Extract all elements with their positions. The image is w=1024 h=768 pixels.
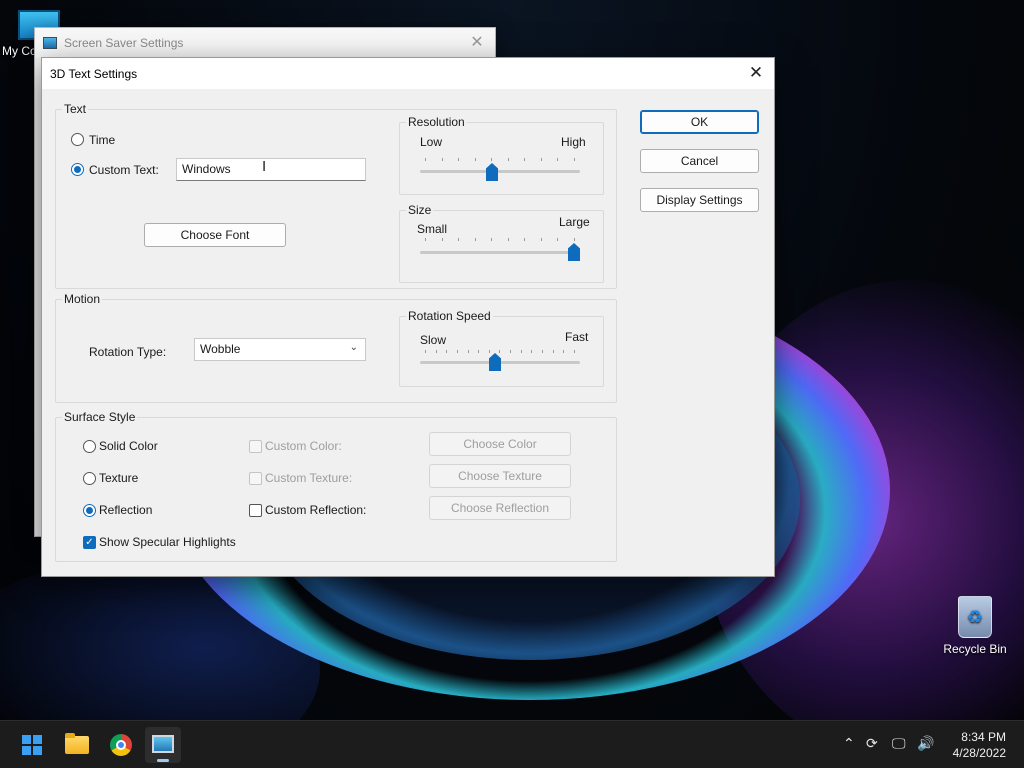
rotation-speed-slider-thumb[interactable] xyxy=(489,353,501,371)
clock-time: 8:34 PM xyxy=(961,730,1006,744)
size-group: Size Small Large xyxy=(399,203,604,283)
close-icon[interactable]: ✕ xyxy=(467,33,487,53)
choose-font-button[interactable]: Choose Font xyxy=(144,223,286,247)
resolution-slider-thumb[interactable] xyxy=(486,163,498,181)
taskbar: ⌃ ⟳ 🖵 🔊 8:34 PM 4/28/2022 xyxy=(0,720,1024,768)
resolution-slider-track[interactable] xyxy=(420,170,580,173)
texture-label: Texture xyxy=(99,471,139,485)
group-label: Motion xyxy=(62,292,103,306)
slider-min-label: Slow xyxy=(420,333,447,347)
choose-reflection-button[interactable]: Choose Reflection xyxy=(429,496,571,520)
display-settings-button[interactable]: Display Settings xyxy=(640,188,759,212)
taskbar-chrome[interactable] xyxy=(103,727,139,763)
update-icon[interactable]: ⟳ xyxy=(866,735,878,752)
group-label: Surface Style xyxy=(62,410,138,424)
show-specular-label: Show Specular Highlights xyxy=(99,535,236,549)
choose-color-button[interactable]: Choose Color xyxy=(429,432,571,456)
windows-logo-icon xyxy=(22,735,42,755)
folder-icon xyxy=(65,733,89,754)
ok-button[interactable]: OK xyxy=(640,110,759,134)
solid-color-radio[interactable] xyxy=(83,440,96,453)
time-radio[interactable] xyxy=(71,133,84,146)
window-titlebar[interactable]: Screen Saver Settings xyxy=(35,28,495,58)
custom-texture-label: Custom Texture: xyxy=(265,471,353,485)
clock-date: 4/28/2022 xyxy=(952,746,1006,760)
window-title: Screen Saver Settings xyxy=(64,36,184,50)
chevron-down-icon: ⌄ xyxy=(349,342,358,353)
size-slider-track[interactable] xyxy=(420,251,580,254)
rotation-type-label: Rotation Type: xyxy=(89,345,167,359)
recycle-bin-icon xyxy=(958,596,992,638)
close-icon[interactable]: ✕ xyxy=(744,62,768,84)
motion-group: Motion Rotation Type: Wobble ⌄ Rotation … xyxy=(55,292,617,403)
group-label: Rotation Speed xyxy=(406,309,493,323)
custom-color-label: Custom Color: xyxy=(265,439,342,453)
text-group: Text Time Custom Text: Windows I Choose … xyxy=(55,102,617,289)
rotation-type-select[interactable]: Wobble ⌄ xyxy=(194,338,366,361)
custom-texture-checkbox[interactable] xyxy=(249,472,262,485)
slider-ticks xyxy=(425,350,575,353)
taskbar-file-explorer[interactable] xyxy=(59,727,95,763)
cancel-button[interactable]: Cancel xyxy=(640,149,759,173)
custom-reflection-checkbox[interactable] xyxy=(249,504,262,517)
volume-icon[interactable]: 🔊 xyxy=(917,735,934,752)
texture-radio[interactable] xyxy=(83,472,96,485)
dialog-titlebar[interactable]: 3D Text Settings ✕ xyxy=(42,58,774,89)
chevron-up-icon[interactable]: ⌃ xyxy=(843,735,855,752)
dialog-title: 3D Text Settings xyxy=(50,67,138,81)
custom-reflection-label: Custom Reflection: xyxy=(265,503,367,517)
3d-text-settings-dialog[interactable]: 3D Text Settings ✕ Text Time Custom Text… xyxy=(41,57,775,577)
chrome-icon xyxy=(110,734,132,756)
solid-color-label: Solid Color xyxy=(99,439,158,453)
show-specular-checkbox[interactable]: ✓ xyxy=(83,536,96,549)
desktop-icon-label: Recycle Bin xyxy=(943,642,1007,656)
group-label: Text xyxy=(62,102,89,116)
taskbar-clock[interactable]: 8:34 PM 4/28/2022 xyxy=(953,729,1006,761)
custom-text-input[interactable]: Windows xyxy=(176,158,366,181)
rotation-speed-group: Rotation Speed Slow Fast xyxy=(399,309,604,387)
reflection-label: Reflection xyxy=(99,503,153,517)
group-label: Size xyxy=(406,203,434,217)
custom-text-radio[interactable] xyxy=(71,163,84,176)
time-label: Time xyxy=(89,133,116,147)
slider-max-label: Fast xyxy=(565,330,589,344)
slider-min-label: Small xyxy=(417,222,448,236)
network-icon[interactable]: 🖵 xyxy=(892,735,906,752)
screen-saver-icon xyxy=(152,735,174,753)
rotation-type-value: Wobble xyxy=(200,342,241,356)
custom-color-checkbox[interactable] xyxy=(249,440,262,453)
slider-max-label: Large xyxy=(559,215,590,229)
reflection-radio[interactable] xyxy=(83,504,96,517)
choose-texture-button[interactable]: Choose Texture xyxy=(429,464,571,488)
custom-text-label: Custom Text: xyxy=(89,163,159,177)
size-slider-thumb[interactable] xyxy=(568,243,580,261)
slider-ticks xyxy=(425,158,575,161)
desktop-icon-recycle-bin[interactable]: Recycle Bin xyxy=(938,596,1012,656)
taskbar-screen-saver[interactable] xyxy=(145,727,181,763)
start-button[interactable] xyxy=(14,727,50,763)
slider-ticks xyxy=(425,238,575,241)
surface-style-group: Surface Style Solid Color Texture Reflec… xyxy=(55,410,617,562)
resolution-group: Resolution Low High xyxy=(399,115,604,195)
screen-saver-icon xyxy=(43,37,57,49)
slider-max-label: High xyxy=(561,135,586,149)
slider-min-label: Low xyxy=(420,135,443,149)
text-cursor-icon: I xyxy=(262,158,267,175)
group-label: Resolution xyxy=(406,115,467,129)
